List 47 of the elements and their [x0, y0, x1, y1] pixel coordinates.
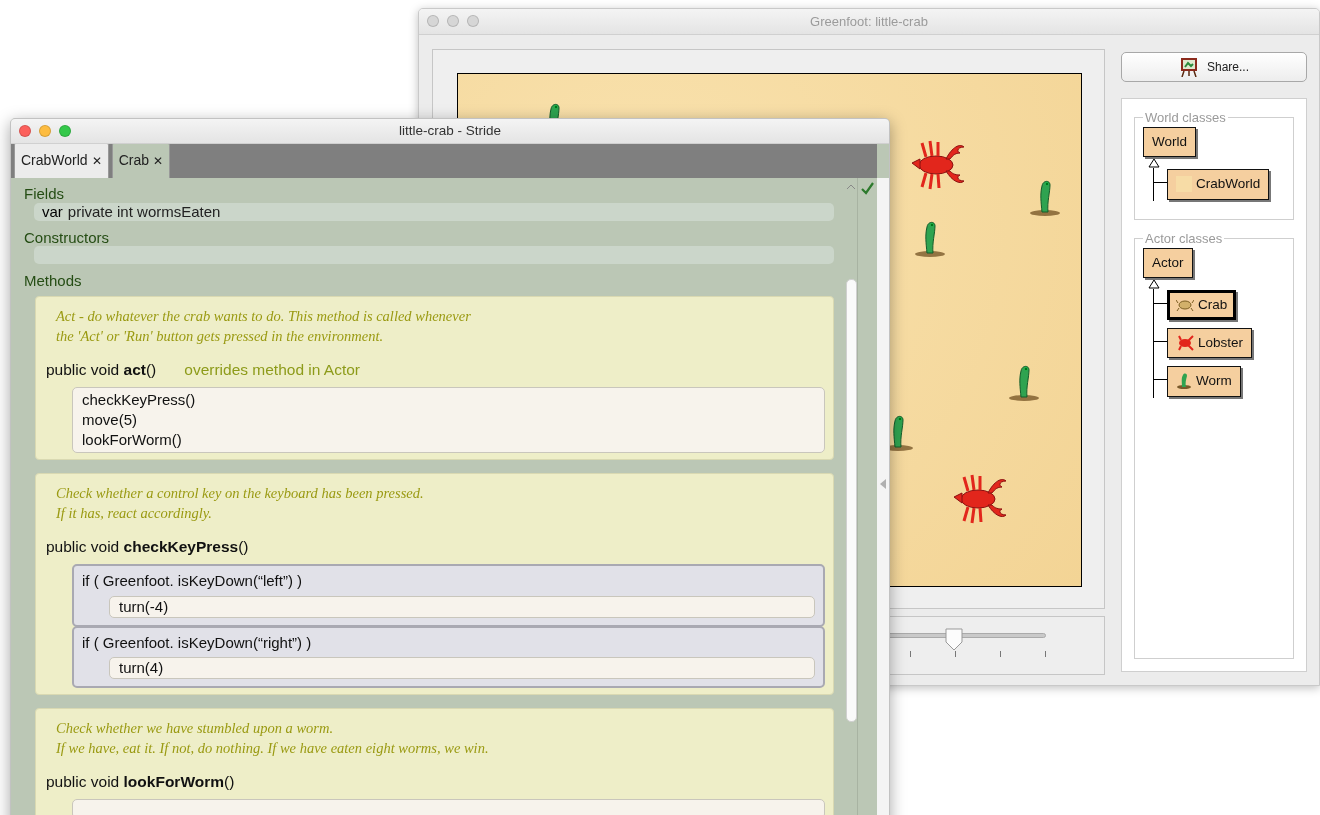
class-box[interactable]: Worm — [1167, 366, 1241, 397]
close-tab-button[interactable]: ✕ — [91, 151, 102, 170]
zoom-button[interactable] — [467, 15, 479, 27]
collapse-arrow-icon[interactable] — [879, 478, 887, 490]
section-label: Constructors — [24, 229, 111, 246]
statement-line[interactable]: lookForWorm() — [82, 429, 815, 450]
window-title: Greenfoot: little-crab — [810, 12, 928, 31]
class-box[interactable]: CrabWorld — [1167, 169, 1270, 200]
slider-thumb[interactable] — [944, 628, 965, 651]
lobster-icon — [1176, 334, 1194, 353]
close-tab-button[interactable]: ✕ — [153, 151, 163, 170]
window-title: little-crab - Stride — [399, 121, 501, 140]
section-label: Fields — [24, 186, 65, 203]
scroll-up-icon[interactable] — [846, 183, 856, 191]
method-signature[interactable]: public void lookForWorm() — [46, 770, 235, 794]
class-box[interactable]: Actor — [1143, 247, 1193, 278]
field-declaration: private int wormsEaten — [67, 202, 221, 220]
statement-line[interactable]: checkKeyPress() — [82, 389, 815, 410]
if-condition[interactable]: if ( Greenfoot. isKeyDown(“right”) ) — [82, 631, 815, 654]
worm-icon — [1176, 372, 1192, 391]
override-note: overrides method in Actor — [184, 359, 361, 380]
group-title: World classes — [1144, 111, 1227, 124]
class-box[interactable]: Crab — [1167, 289, 1237, 320]
statement-line[interactable]: move(5) — [82, 409, 815, 430]
share-button[interactable]: Share... — [1121, 52, 1307, 82]
minimize-button[interactable] — [447, 15, 459, 27]
group-title: Actor classes — [1144, 231, 1224, 245]
minimize-button[interactable] — [39, 125, 51, 137]
class-box[interactable]: Lobster — [1167, 328, 1253, 359]
declaration-slot[interactable]: var private int wormsEaten — [34, 202, 834, 221]
section-label: Methods — [24, 273, 83, 290]
editor-tab[interactable]: Crab ✕ — [111, 143, 170, 178]
if-block[interactable]: if ( Greenfoot. isKeyDown(“right”) ) turn(4) — [72, 625, 825, 688]
class-box[interactable]: World — [1143, 127, 1196, 158]
editor-tab[interactable]: CrabWorld ✕ — [14, 143, 109, 178]
zoom-button[interactable] — [59, 125, 71, 137]
close-button[interactable] — [427, 15, 439, 27]
scrollbar-thumb[interactable] — [845, 279, 857, 722]
method-signature[interactable]: public void act() — [46, 357, 157, 381]
speed-slider[interactable] — [890, 627, 1048, 651]
easel-icon — [1179, 57, 1199, 77]
method-signature[interactable]: public void checkKeyPress() — [46, 534, 249, 558]
if-condition[interactable]: if ( Greenfoot. isKeyDown(“left”) ) — [82, 570, 815, 593]
checkmark-icon — [860, 181, 875, 195]
if-block[interactable]: if ( Greenfoot. isKeyDown(“left”) ) turn(-4) — [72, 564, 825, 627]
close-button[interactable] — [19, 125, 31, 137]
keyword: var — [42, 202, 63, 220]
